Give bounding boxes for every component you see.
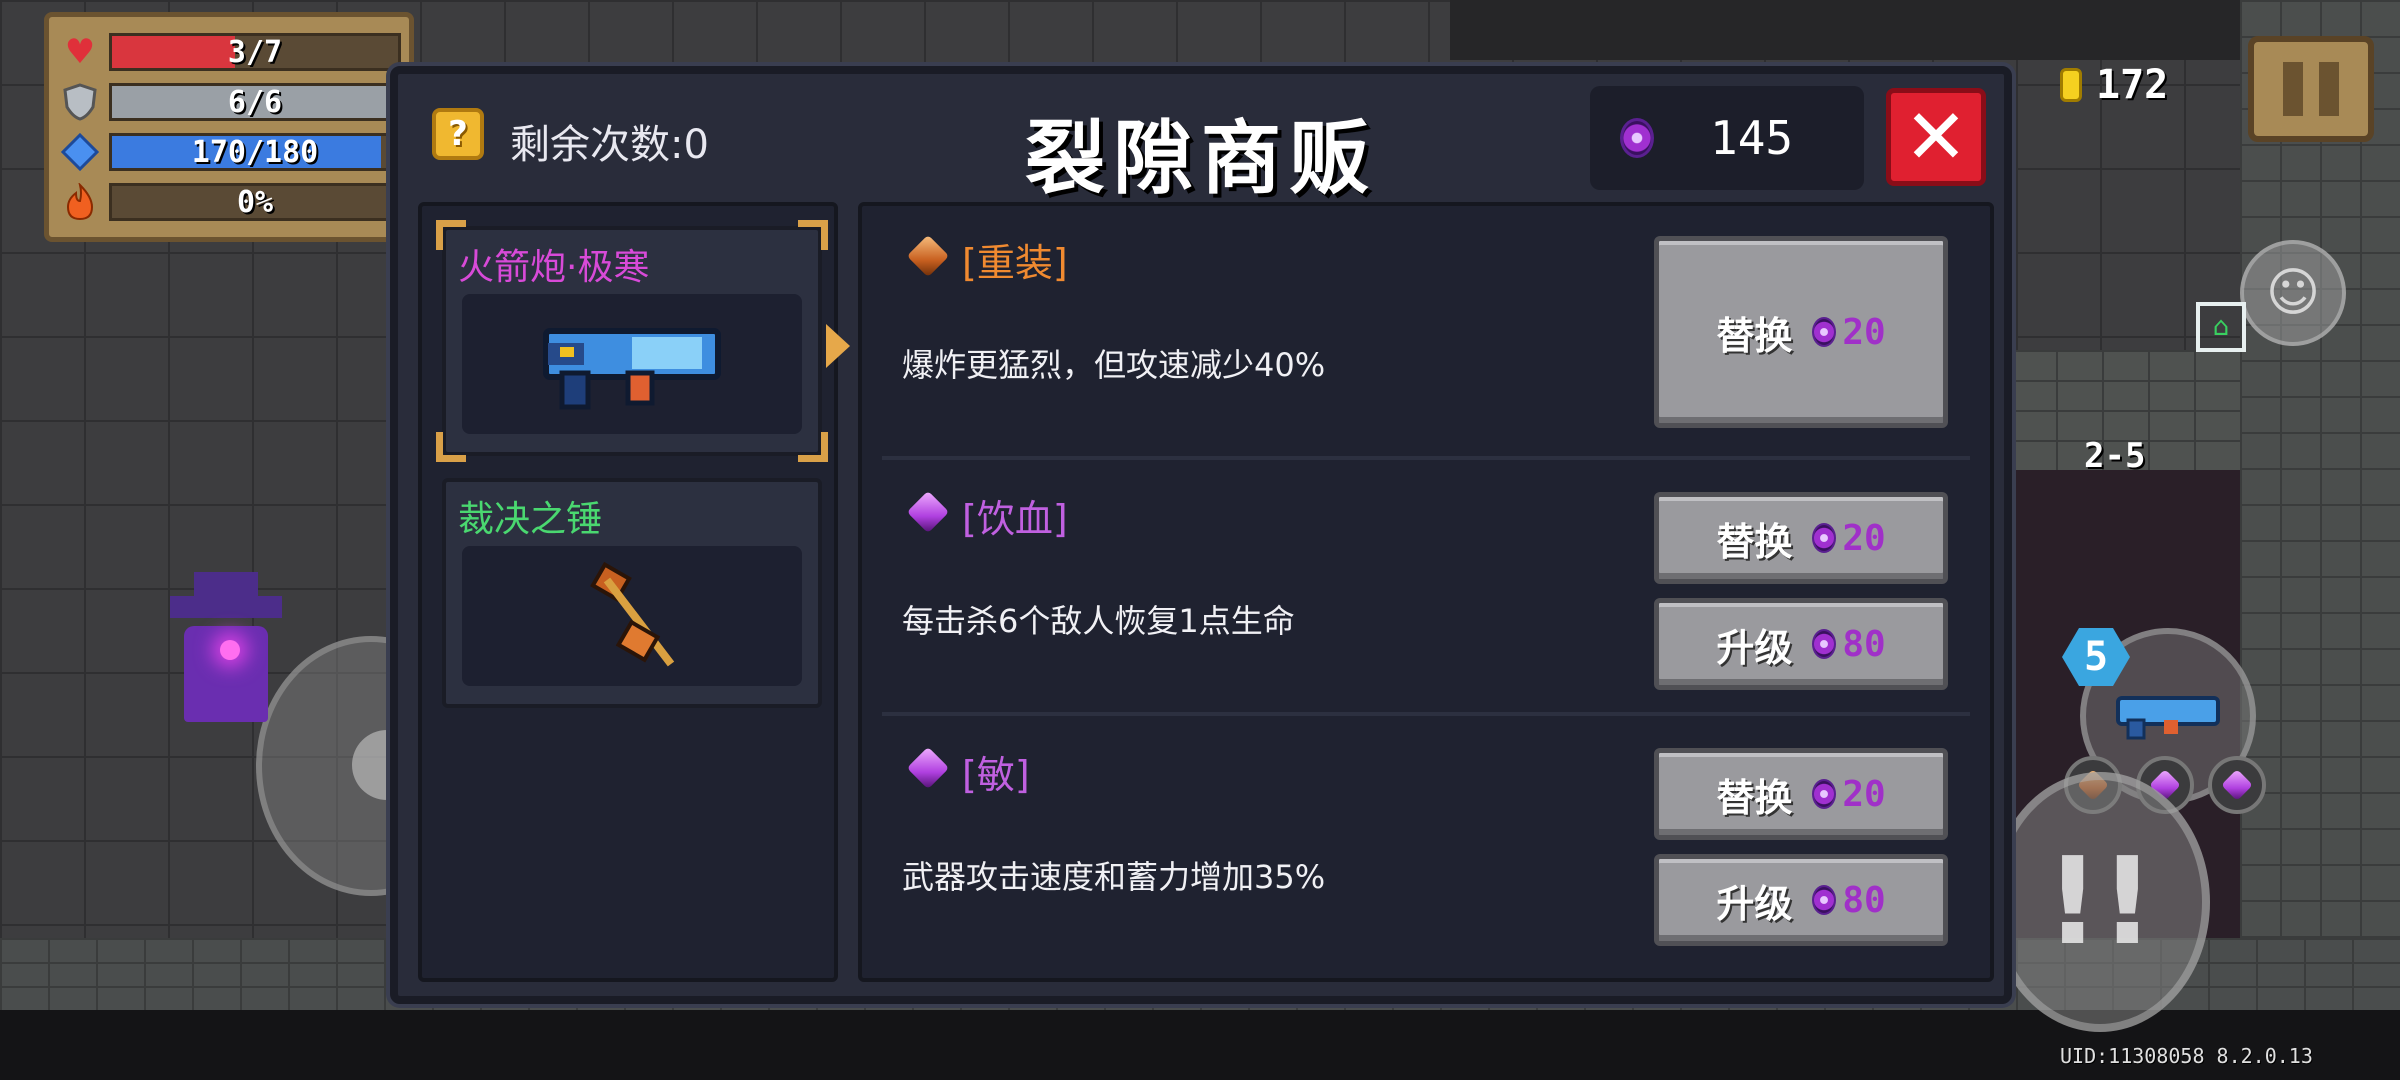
skill-button[interactable]: !! — [1990, 772, 2210, 1032]
skill-charge-row: 0% — [57, 177, 401, 227]
rocket-launcher-icon — [462, 294, 802, 434]
purple-gem-icon — [2208, 756, 2266, 814]
energy-crystal-icon — [57, 132, 103, 172]
pause-icon — [2283, 62, 2303, 116]
replace-button[interactable]: 替换 20 — [1654, 236, 1948, 428]
player-character — [170, 572, 282, 726]
button-cost: 20 — [1812, 517, 1886, 559]
target-marker-icon: ⌂ — [2196, 302, 2246, 352]
health-bar: 3/7 — [109, 33, 401, 71]
cost-value: 20 — [1842, 517, 1886, 559]
crystal-balance: 145 — [1590, 86, 1864, 190]
dungeon-void — [0, 1010, 2400, 1080]
armor-value: 6/6 — [227, 84, 283, 120]
player-stats-panel: ♥ 3/7 6/6 170/180 0% — [44, 12, 414, 242]
skill-charge-value: 0% — [236, 184, 274, 220]
affix-name: [饮血] — [962, 497, 1068, 541]
health-value: 3/7 — [227, 34, 283, 70]
level-indicator: 2-5 — [2084, 436, 2146, 476]
orange-gem-icon — [906, 234, 950, 278]
purple-gem-icon — [906, 490, 950, 534]
purple-gem-icon — [906, 746, 950, 790]
upgrade-button[interactable]: 升级 80 — [1654, 598, 1948, 690]
affix-description: 爆炸更猛烈，但攻速减少40% — [902, 346, 1326, 384]
armor-row: 6/6 — [57, 77, 401, 127]
affix-name: [重装] — [962, 241, 1068, 285]
crystal-icon — [1812, 629, 1837, 659]
crystal-balance-value: 145 — [1710, 111, 1794, 165]
button-cost: 20 — [1812, 773, 1886, 815]
button-label: 替换 — [1716, 519, 1793, 564]
cost-value: 80 — [1842, 879, 1886, 921]
skill-icon: !! — [2045, 832, 2155, 972]
crystal-icon — [1620, 118, 1654, 158]
energy-value: 170/180 — [191, 134, 319, 170]
cost-value: 20 — [1842, 311, 1886, 353]
coin-icon — [2060, 68, 2082, 102]
weapon-list: 火箭炮·极寒 裁决之锤 — [418, 202, 838, 982]
crystal-icon — [1812, 779, 1837, 809]
fire-icon — [57, 182, 103, 222]
selection-arrow-icon — [826, 324, 850, 368]
close-button[interactable]: ✕ — [1886, 88, 1986, 186]
heart-icon: ♥ — [64, 32, 96, 72]
cost-value: 80 — [1842, 623, 1886, 665]
energy-bar: 170/180 — [109, 133, 401, 171]
rift-merchant-dialog: ? 剩余次数:0 裂隙商贩 145 ✕ 火箭炮·极寒 裁决之锤 [重装] 爆炸更… — [390, 66, 2012, 1004]
shop-header: ? 剩余次数:0 裂隙商贩 145 ✕ — [398, 74, 2004, 205]
weapon-card-judgment-hammer[interactable]: 裁决之锤 — [442, 478, 822, 708]
weapon-card-rocket-launcher[interactable]: 火箭炮·极寒 — [436, 220, 828, 462]
cost-value: 20 — [1842, 773, 1886, 815]
affix-panel: [重装] 爆炸更猛烈，但攻速减少40% 替换 20 [饮血] 每击杀6个敌人恢复… — [858, 202, 1994, 982]
shield-icon — [57, 82, 103, 122]
armor-bar: 6/6 — [109, 83, 401, 121]
coin-counter: 172 — [2060, 62, 2168, 108]
dungeon-right-wall — [2240, 0, 2400, 1080]
button-cost: 80 — [1812, 623, 1886, 665]
hammer-icon — [462, 546, 802, 686]
button-cost: 20 — [1812, 311, 1886, 353]
weapon-name: 裁决之锤 — [458, 499, 603, 540]
replace-button[interactable]: 替换 20 — [1654, 492, 1948, 584]
rocket-launcher-icon — [2116, 696, 2220, 740]
crystal-icon — [1812, 523, 1837, 553]
affix-name: [敏] — [962, 753, 1030, 797]
smile-icon: ☺ — [2265, 263, 2321, 323]
emote-button[interactable]: ☺ — [2240, 240, 2346, 346]
crystal-icon — [1812, 885, 1837, 915]
coin-value: 172 — [2096, 62, 2169, 108]
affix-description: 每击杀6个敌人恢复1点生命 — [902, 602, 1295, 640]
weapon-name: 火箭炮·极寒 — [458, 247, 650, 288]
replace-button[interactable]: 替换 20 — [1654, 748, 1948, 840]
health-row: ♥ 3/7 — [57, 27, 401, 77]
energy-row: 170/180 — [57, 127, 401, 177]
upgrade-button[interactable]: 升级 80 — [1654, 854, 1948, 946]
uid-label: UID:11308058 8.2.0.13 — [2060, 1044, 2313, 1068]
pause-button[interactable] — [2248, 36, 2374, 142]
button-label: 替换 — [1716, 775, 1793, 820]
affix-description: 武器攻击速度和蓄力增加35% — [902, 858, 1326, 896]
button-label: 升级 — [1716, 881, 1793, 926]
button-label: 替换 — [1716, 313, 1793, 358]
crystal-icon — [1812, 317, 1837, 347]
skill-charge-bar: 0% — [109, 183, 401, 221]
divider — [882, 456, 1970, 460]
divider — [882, 712, 1970, 716]
button-cost: 80 — [1812, 879, 1886, 921]
button-label: 升级 — [1716, 625, 1793, 670]
